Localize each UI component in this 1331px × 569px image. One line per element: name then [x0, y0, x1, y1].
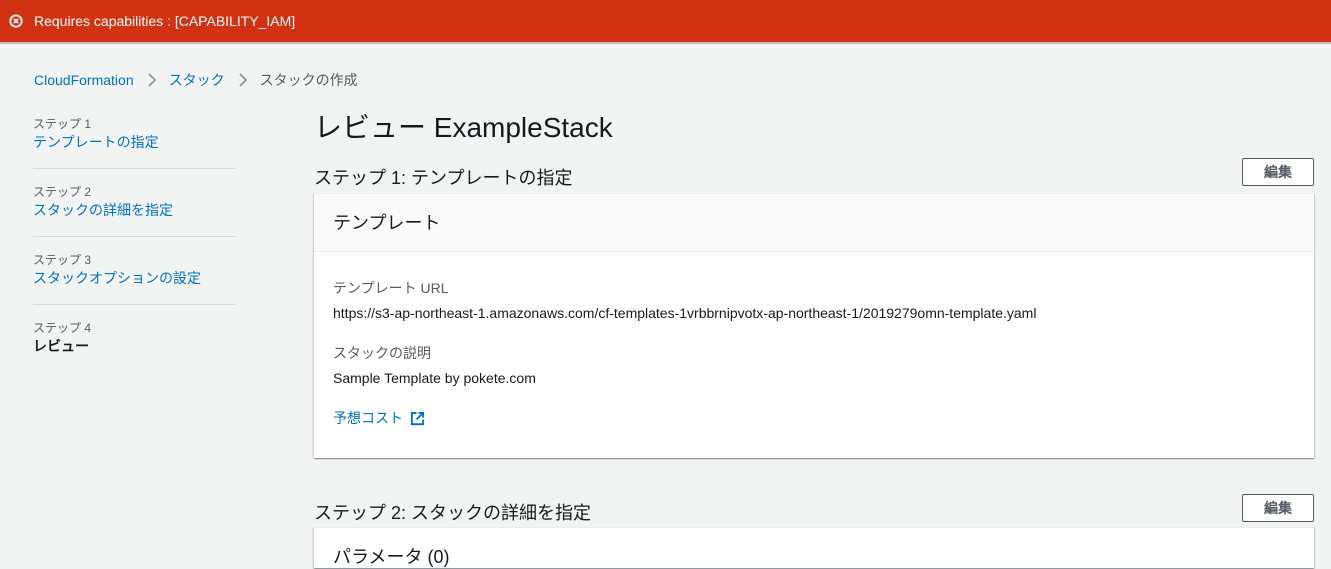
panel-title: パラメータ (0) — [333, 547, 450, 567]
error-circle-icon — [9, 14, 23, 28]
stack-description-value: Sample Template by pokete.com — [333, 370, 536, 386]
external-link-icon — [410, 411, 425, 425]
wizard-step-1[interactable]: ステップ 1 テンプレートの指定 — [33, 116, 235, 169]
template-url-value: https://s3-ap-northeast-1.amazonaws.com/… — [333, 305, 1037, 321]
chevron-right-icon — [148, 73, 156, 87]
wizard-step-3[interactable]: ステップ 3 スタックオプションの設定 — [33, 252, 235, 305]
section-heading-step1: ステップ 1: テンプレートの指定 — [314, 168, 573, 188]
parameters-panel: パラメータ (0) — [314, 527, 1314, 568]
field-label: テンプレート URL — [333, 280, 449, 296]
panel-title: テンプレート — [314, 194, 1314, 252]
step-link[interactable]: スタックの詳細を指定 — [33, 200, 235, 220]
wizard-step-4: ステップ 4 レビュー — [33, 320, 235, 372]
template-url-field: テンプレート URL https://s3-ap-northeast-1.ama… — [333, 278, 1295, 323]
step-number: ステップ 4 — [33, 321, 92, 335]
template-panel: テンプレート テンプレート URL https://s3-ap-northeas… — [314, 193, 1314, 458]
breadcrumb: CloudFormation スタック スタックの作成 — [34, 70, 358, 90]
wizard-steps-nav: ステップ 1 テンプレートの指定 ステップ 2 スタックの詳細を指定 ステップ … — [33, 116, 235, 387]
breadcrumb-cloudformation[interactable]: CloudFormation — [34, 72, 134, 88]
edit-step2-button[interactable]: 編集 — [1242, 494, 1314, 522]
banner-divider — [0, 42, 1331, 44]
step-link[interactable]: テンプレートの指定 — [33, 132, 235, 152]
panel-body: テンプレート URL https://s3-ap-northeast-1.ama… — [314, 252, 1314, 458]
step-number: ステップ 2 — [33, 185, 92, 199]
breadcrumb-stacks[interactable]: スタック — [169, 70, 225, 90]
page-title: レビュー ExampleStack — [314, 112, 613, 143]
error-banner: Requires capabilities : [CAPABILITY_IAM] — [0, 0, 1331, 42]
step-number: ステップ 3 — [33, 253, 92, 267]
breadcrumb-current: スタックの作成 — [259, 72, 358, 88]
step-link[interactable]: スタックオプションの設定 — [33, 268, 235, 288]
chevron-right-icon — [239, 73, 247, 87]
wizard-step-2[interactable]: ステップ 2 スタックの詳細を指定 — [33, 184, 235, 237]
edit-step1-button[interactable]: 編集 — [1242, 158, 1314, 186]
step-number: ステップ 1 — [33, 117, 92, 131]
section-heading-step2: ステップ 2: スタックの詳細を指定 — [314, 503, 592, 523]
stack-description-field: スタックの説明 Sample Template by pokete.com — [333, 343, 1295, 388]
error-message: Requires capabilities : [CAPABILITY_IAM] — [34, 13, 296, 29]
estimated-cost-link[interactable]: 予想コスト — [333, 408, 425, 428]
step-current-label: レビュー — [33, 338, 89, 354]
field-label: スタックの説明 — [333, 345, 431, 361]
cost-link-label: 予想コスト — [333, 410, 403, 426]
